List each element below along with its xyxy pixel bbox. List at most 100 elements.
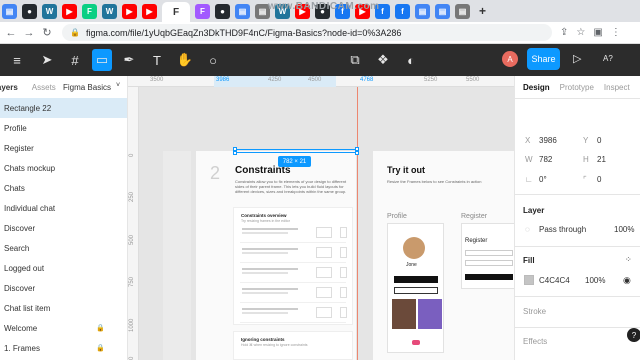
hand-tool-icon[interactable]: ✋ xyxy=(174,49,196,71)
radius-field[interactable]: ⌜ 0 xyxy=(583,175,601,184)
layer-item[interactable]: Register xyxy=(0,138,127,158)
layer-item[interactable]: Chats xyxy=(0,178,127,198)
lock-icon[interactable]: 🔒 xyxy=(96,344,105,352)
layer-item-label: Logged out xyxy=(4,263,45,273)
constraint-row xyxy=(240,223,347,243)
forward-arrow-icon[interactable]: → xyxy=(22,27,36,39)
frame-tool-icon[interactable]: # xyxy=(64,49,86,71)
pen-tool-icon[interactable]: ✒ xyxy=(118,49,140,71)
constraints-overview-card[interactable]: Constraints overview Try resizing frames… xyxy=(233,207,353,325)
profile-button-primary xyxy=(394,276,438,283)
tab-youtube-icon[interactable]: ▶ xyxy=(62,3,77,19)
new-tab-icon[interactable]: + xyxy=(475,4,490,19)
tab-design[interactable]: Design xyxy=(523,83,550,92)
register-phone-frame[interactable]: Register xyxy=(461,223,514,289)
y-field[interactable]: Y0 xyxy=(583,136,601,145)
tab-github-icon[interactable]: ● xyxy=(22,3,37,19)
bookmark-star-icon[interactable]: ☆ xyxy=(576,27,585,38)
layer-item[interactable]: Welcome 🔒 xyxy=(0,318,127,338)
url-input[interactable]: 🔒 figma.com/file/1yUqbGEaqZn3DkTHD9F4nC/… xyxy=(62,24,552,41)
component-icon[interactable]: ❖ xyxy=(372,49,394,71)
tab-wordpress-icon-2[interactable]: W xyxy=(102,3,117,19)
fill-hex-field[interactable]: C4C4C4 xyxy=(539,276,570,285)
tab-figma-icon-2[interactable]: F xyxy=(195,3,210,19)
tab-file-icon-4[interactable]: ▤ xyxy=(415,3,430,19)
move-tool-icon[interactable]: ➤ xyxy=(36,49,58,71)
effects-section-title[interactable]: Effects xyxy=(523,337,547,346)
page-selector[interactable]: Figma Basics xyxy=(63,83,111,92)
fill-styles-icon[interactable]: ⁘ xyxy=(625,255,632,264)
reload-icon[interactable]: ↻ xyxy=(40,26,54,39)
back-arrow-icon[interactable]: ← xyxy=(4,27,18,39)
tab-youtube-icon-3[interactable]: ▶ xyxy=(142,3,157,19)
tab-active[interactable]: F xyxy=(162,2,190,22)
tab-file-icon[interactable]: ▤ xyxy=(2,3,17,19)
tab-file-icon-5[interactable]: ▤ xyxy=(435,3,450,19)
h-value: 21 xyxy=(597,155,606,164)
stroke-section-title[interactable]: Stroke xyxy=(523,307,546,316)
recording-watermark: www.BANDICAM.com xyxy=(268,1,380,12)
layer-item[interactable]: Discover xyxy=(0,218,127,238)
rectangle-tool-icon[interactable]: ▭ xyxy=(92,49,112,71)
avatar[interactable]: A xyxy=(502,51,518,67)
tab-inspect[interactable]: Inspect xyxy=(604,83,630,92)
tab-github-icon-2[interactable]: ● xyxy=(215,3,230,19)
layer-item[interactable]: Chat list item xyxy=(0,298,127,318)
text-tool-icon[interactable]: T xyxy=(146,49,168,71)
layer-item[interactable]: Search xyxy=(0,238,127,258)
tab-prototype[interactable]: Prototype xyxy=(560,83,594,92)
present-play-icon[interactable]: ▷ xyxy=(573,52,581,65)
layer-item-label: Chats mockup xyxy=(4,163,56,173)
mask-icon[interactable]: ◐ xyxy=(400,49,422,71)
visibility-eye-icon[interactable]: ◉ xyxy=(623,275,631,286)
rotation-field[interactable]: ∟ 0° xyxy=(525,175,547,184)
selected-rectangle[interactable] xyxy=(235,149,357,153)
extensions-icon[interactable]: ▣ xyxy=(593,27,602,38)
tab-youtube-icon-2[interactable]: ▶ xyxy=(122,3,137,19)
register-field xyxy=(465,250,513,256)
resize-handle[interactable] xyxy=(355,151,359,155)
layer-item[interactable]: Rectangle 22 xyxy=(0,98,127,118)
share-page-icon[interactable]: ⇪ xyxy=(560,27,568,38)
layer-item[interactable]: Logged out xyxy=(0,258,127,278)
tab-file-icon-6[interactable]: ▤ xyxy=(455,3,470,19)
layer-item[interactable]: Individual chat xyxy=(0,198,127,218)
layer-item[interactable]: 1. Frames 🔒 xyxy=(0,338,127,358)
w-field[interactable]: W 782 xyxy=(525,155,552,164)
main-menu-icon[interactable]: ≡ xyxy=(6,49,28,71)
resize-handle[interactable] xyxy=(233,151,237,155)
help-button[interactable]: ? xyxy=(627,328,640,342)
tab-figma-icon[interactable]: F xyxy=(82,3,97,19)
tab-assets[interactable]: Assets xyxy=(32,83,56,92)
layer-item[interactable]: Chats mockup xyxy=(0,158,127,178)
profile-phone-frame[interactable]: Jone xyxy=(387,223,444,353)
tab-wordpress-icon[interactable]: W xyxy=(42,3,57,19)
fill-color-swatch[interactable] xyxy=(524,275,534,285)
design-canvas[interactable]: 3500 3986 4250 4500 4768 5250 5500 0 250… xyxy=(128,76,514,360)
ruler-tick: 250 xyxy=(129,191,135,202)
chevron-down-icon[interactable]: ˅ xyxy=(116,82,120,89)
tab-facebook-icon-3[interactable]: f xyxy=(395,3,410,19)
ignoring-constraints-card[interactable]: Ignoring constraints Hold ⌘ when resizin… xyxy=(233,331,353,360)
browser-menu-icon[interactable]: ⋮ xyxy=(611,27,621,38)
h-field[interactable]: H 21 xyxy=(583,155,606,164)
fill-opacity-field[interactable]: 100% xyxy=(585,276,605,285)
frame-partial[interactable] xyxy=(163,151,191,360)
ruler-tick: 5500 xyxy=(466,77,480,83)
comment-tool-icon[interactable]: ○ xyxy=(202,49,224,71)
x-field[interactable]: X 3986 xyxy=(525,136,557,145)
share-button[interactable]: Share xyxy=(527,48,560,70)
layer-item[interactable]: Profile xyxy=(0,118,127,138)
lock-icon[interactable]: 🔒 xyxy=(96,324,105,332)
layer-item-label: Search xyxy=(4,243,30,253)
blend-mode-select[interactable]: ◌ Pass through xyxy=(525,225,586,234)
frame-try-it-out[interactable]: Try it out Resize the Frames below to se… xyxy=(373,151,514,360)
zoom-menu[interactable]: A? xyxy=(603,54,613,63)
crop-icon[interactable]: ⧉ xyxy=(344,49,366,71)
frame-constraints[interactable]: 2 Constraints Constraints allow you to f… xyxy=(196,151,356,360)
tab-file-icon-2[interactable]: ▤ xyxy=(235,3,250,19)
layer-opacity-field[interactable]: 100% xyxy=(614,225,634,234)
ruler-horizontal: 3500 3986 4250 4500 4768 5250 5500 xyxy=(128,76,514,87)
layer-item[interactable]: Discover xyxy=(0,278,127,298)
tab-layers[interactable]: Layers xyxy=(0,83,18,92)
